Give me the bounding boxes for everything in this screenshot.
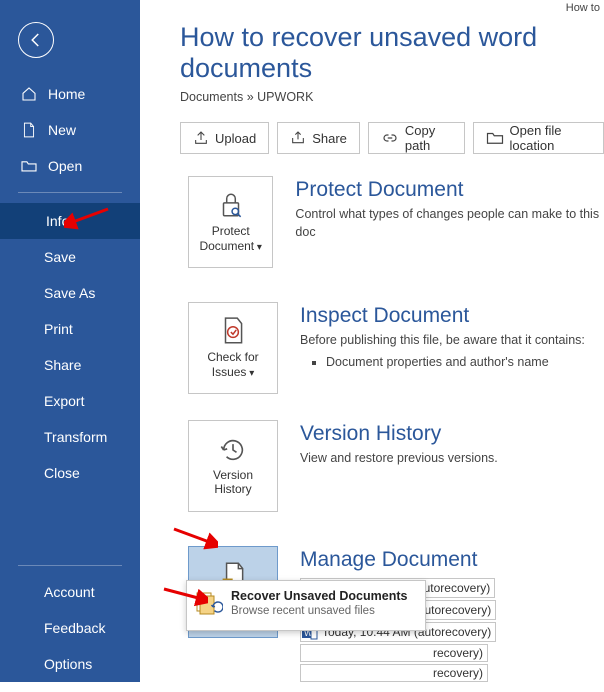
nav-share[interactable]: Share [18, 347, 122, 383]
share-label: Share [312, 131, 347, 146]
upload-icon [193, 130, 209, 146]
recover-icon [195, 587, 223, 620]
version-item[interactable]: recovery) [300, 664, 488, 682]
nav-transform[interactable]: Transform [18, 419, 122, 455]
open-location-button[interactable]: Open file location [473, 122, 604, 154]
folder-icon [486, 131, 504, 145]
recover-title: Recover Unsaved Documents [231, 589, 407, 603]
protect-tile-label: Protect Document [193, 224, 268, 253]
nav-close[interactable]: Close [18, 455, 122, 491]
nav-close-label: Close [44, 465, 80, 481]
nav-open-label: Open [48, 158, 82, 174]
top-caption: How to [566, 2, 600, 14]
nav-export-label: Export [44, 393, 84, 409]
backstage-sidebar: Home New Open Info Save Save As Print Sh… [0, 0, 140, 682]
lock-search-icon [217, 190, 245, 220]
nav-transform-label: Transform [44, 429, 107, 445]
toolbar: Upload Share Copy path Open file locatio… [140, 122, 604, 168]
nav-save-as-label: Save As [44, 285, 95, 301]
version-item[interactable]: recovery) [300, 644, 488, 662]
nav-account-label: Account [44, 584, 95, 600]
protect-title: Protect Document [295, 178, 604, 202]
history-desc: Version History View and restore previou… [300, 420, 498, 468]
nav-options[interactable]: Options [0, 646, 140, 682]
nav-account[interactable]: Account [0, 574, 140, 610]
page-title: How to recover unsaved word documents [140, 0, 604, 86]
nav-new[interactable]: New [0, 112, 140, 148]
nav-options-label: Options [44, 656, 92, 672]
breadcrumb[interactable]: Documents » UPWORK [140, 86, 604, 122]
recover-unsaved-item[interactable]: Recover Unsaved Documents Browse recent … [195, 587, 417, 620]
folder-open-icon [20, 159, 38, 173]
upload-label: Upload [215, 131, 256, 146]
link-icon [381, 131, 399, 145]
share-icon [290, 130, 306, 146]
arrow-left-icon [27, 31, 45, 49]
nav-home[interactable]: Home [0, 76, 140, 112]
inspect-text: Before publishing this file, be aware th… [300, 332, 585, 350]
breadcrumb-folder: UPWORK [257, 90, 313, 104]
recover-sub: Browse recent unsaved files [231, 605, 407, 617]
share-button[interactable]: Share [277, 122, 360, 154]
protect-row: Protect Document Protect Document Contro… [140, 168, 604, 276]
version-history-label: Version History [193, 468, 273, 497]
nav-save-as[interactable]: Save As [18, 275, 122, 311]
nav-info[interactable]: Info [0, 203, 140, 239]
inspect-bullet: Document properties and author's name [326, 354, 585, 372]
back-button[interactable] [18, 22, 54, 58]
nav-export[interactable]: Export [18, 383, 122, 419]
breadcrumb-root: Documents [180, 90, 243, 104]
history-icon [219, 436, 247, 464]
file-new-icon [20, 122, 38, 138]
inspect-desc: Inspect Document Before publishing this … [300, 302, 585, 371]
check-issues-tile[interactable]: Check for Issues [188, 302, 278, 394]
protect-document-tile[interactable]: Protect Document [188, 176, 273, 268]
protect-text: Control what types of changes people can… [295, 206, 604, 241]
nav-save-label: Save [44, 249, 76, 265]
manage-document-dropdown: Recover Unsaved Documents Browse recent … [186, 580, 426, 631]
inspect-title: Inspect Document [300, 304, 585, 328]
open-location-label: Open file location [510, 123, 592, 153]
home-icon [20, 86, 38, 102]
nav-new-label: New [48, 122, 76, 138]
copy-path-label: Copy path [405, 123, 452, 153]
nav-share-label: Share [44, 357, 81, 373]
upload-button[interactable]: Upload [180, 122, 269, 154]
version-label: recovery) [433, 646, 483, 660]
copy-path-button[interactable]: Copy path [368, 122, 465, 154]
nav-print-label: Print [44, 321, 73, 337]
nav-feedback[interactable]: Feedback [0, 610, 140, 646]
manage-title: Manage Document [300, 548, 496, 572]
nav-print[interactable]: Print [18, 311, 122, 347]
nav-home-label: Home [48, 86, 85, 102]
breadcrumb-sep: » [247, 90, 254, 104]
version-label: recovery) [433, 666, 483, 680]
history-text: View and restore previous versions. [300, 450, 498, 468]
history-title: Version History [300, 422, 498, 446]
protect-desc: Protect Document Control what types of c… [295, 176, 604, 241]
version-history-tile[interactable]: Version History [188, 420, 278, 512]
nav-save[interactable]: Save [18, 239, 122, 275]
history-row: Version History Version History View and… [140, 412, 604, 520]
nav-feedback-label: Feedback [44, 620, 105, 636]
check-issues-label: Check for Issues [193, 350, 273, 379]
inspect-row: Check for Issues Inspect Document Before… [140, 294, 604, 402]
nav-info-label: Info [46, 213, 69, 229]
nav-open[interactable]: Open [0, 148, 140, 184]
check-doc-icon [220, 316, 246, 346]
